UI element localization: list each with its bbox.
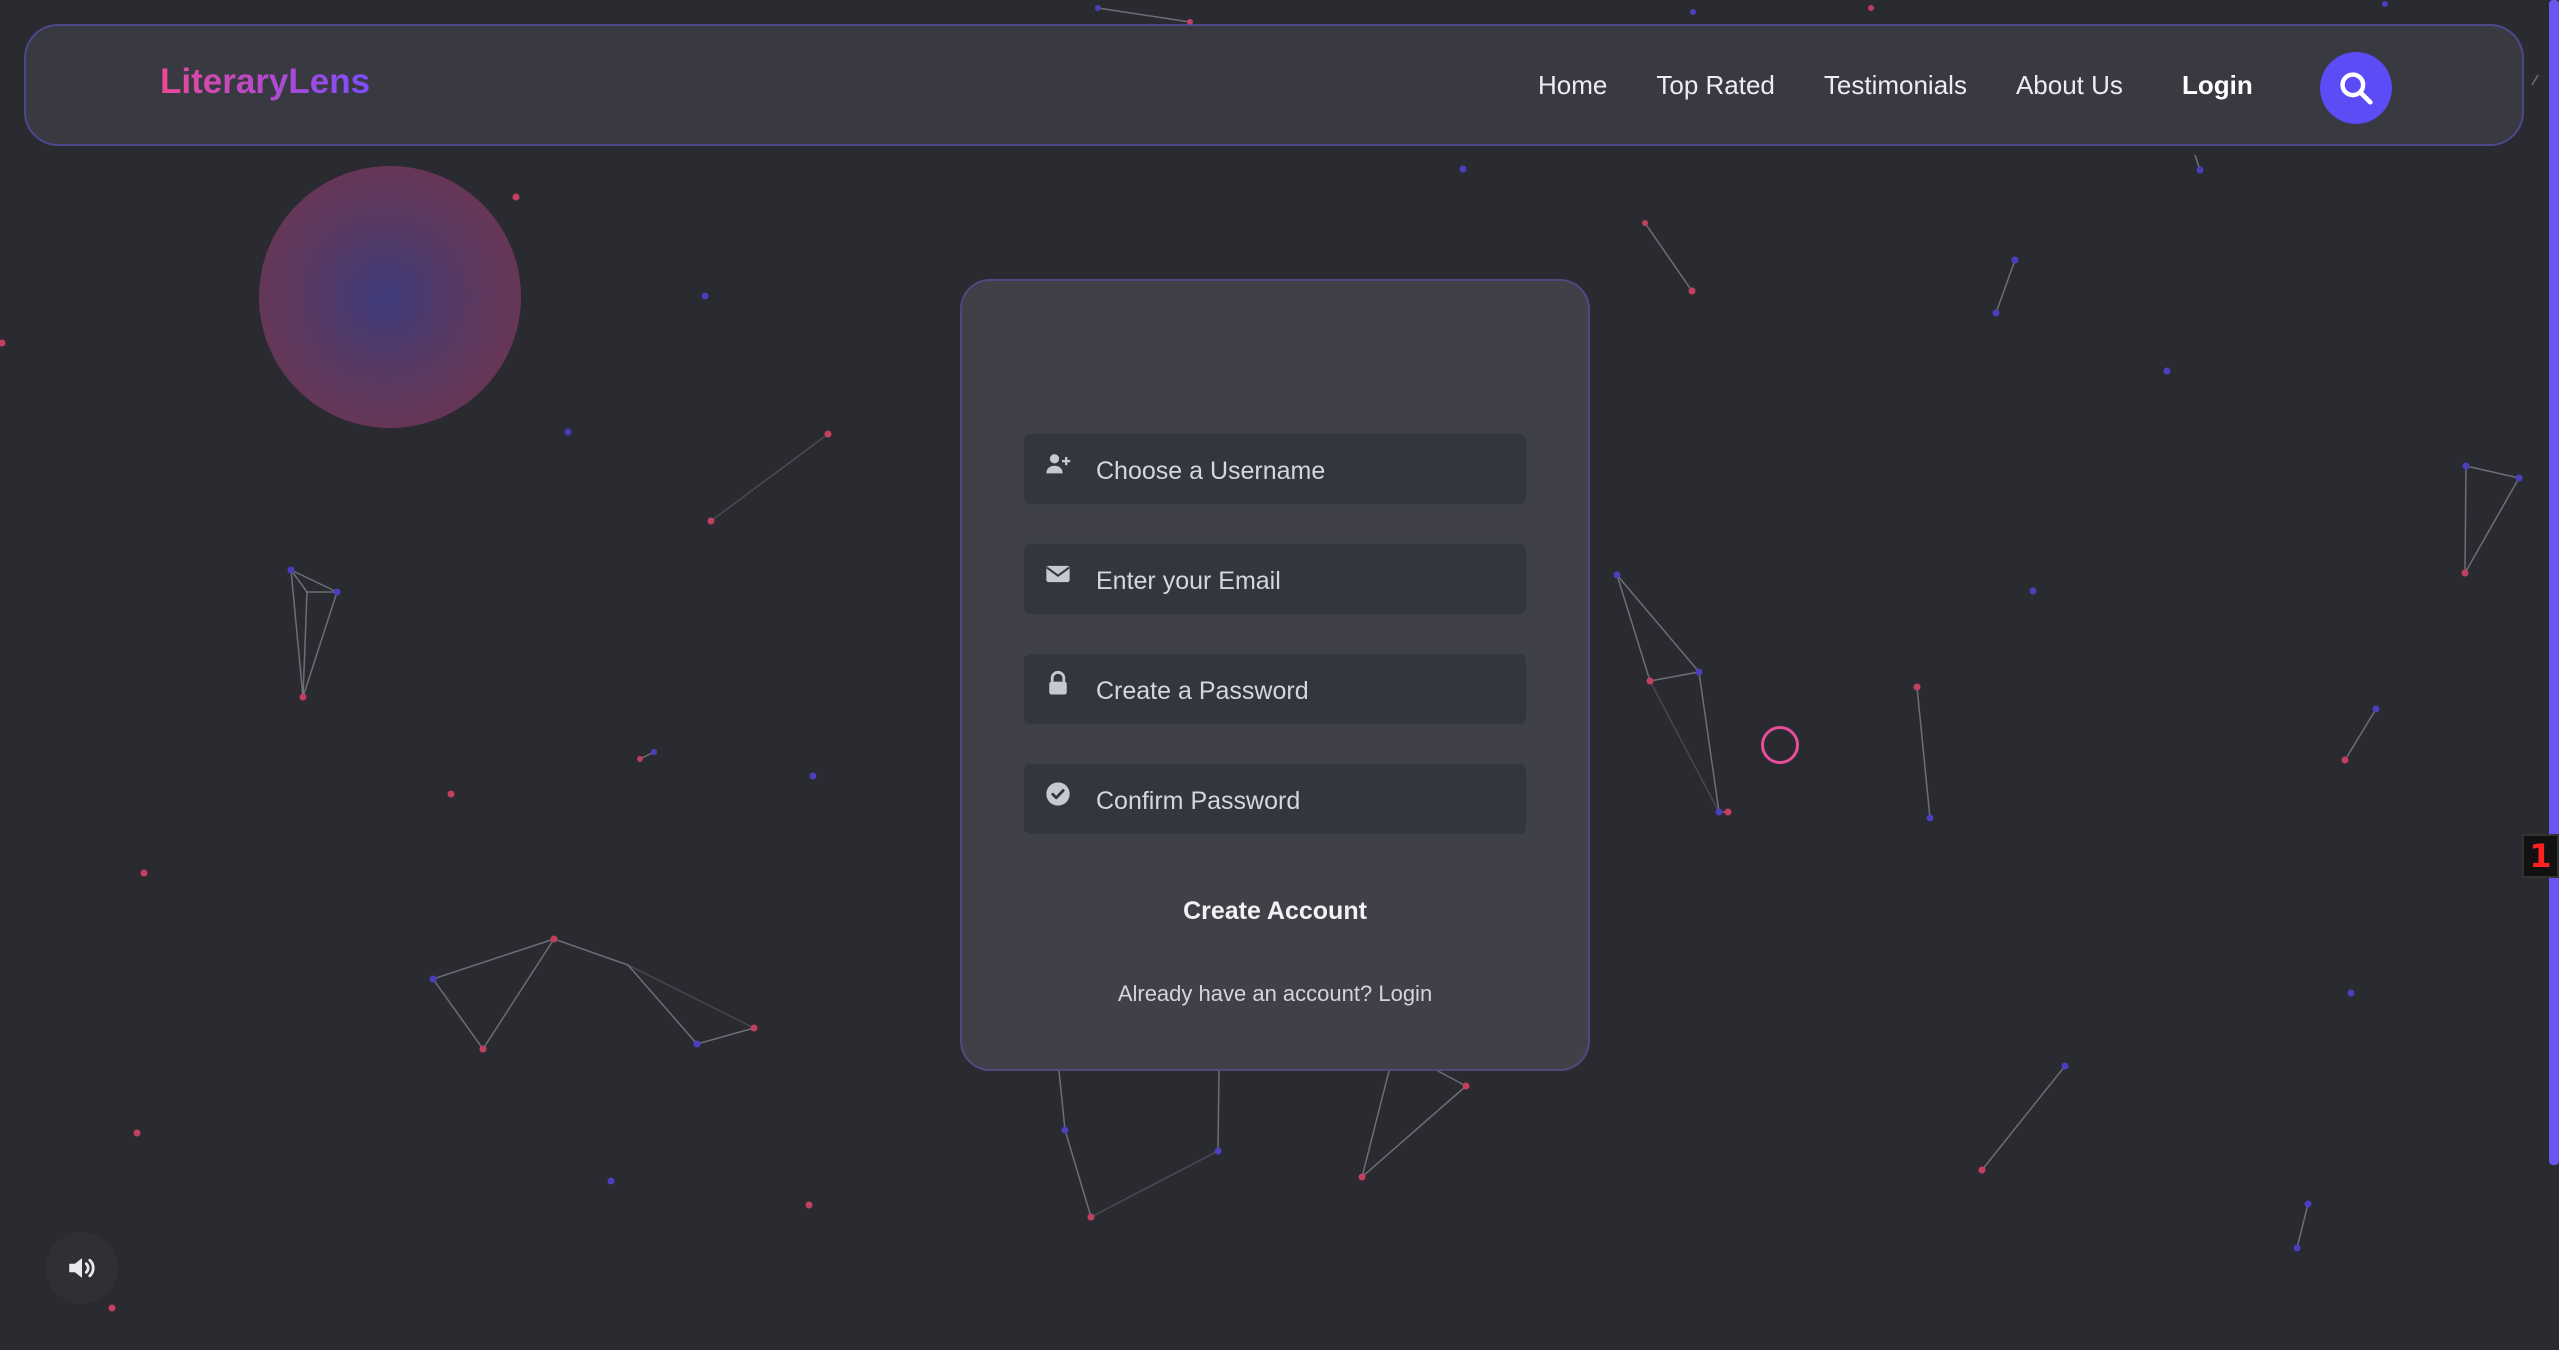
- nav-links: Home Top Rated Testimonials About Us: [1538, 70, 2123, 101]
- nav-link-home[interactable]: Home: [1538, 70, 1607, 101]
- nav-link-top-rated[interactable]: Top Rated: [1656, 70, 1775, 101]
- confirm-password-field-wrapper: [1023, 763, 1527, 838]
- nav-link-about-us[interactable]: About Us: [2016, 70, 2123, 101]
- login-prompt-text: Already have an account?: [1117, 981, 1373, 1006]
- login-link[interactable]: Login: [1378, 981, 1432, 1006]
- page: LiteraryLens Home Top Rated Testimonials…: [0, 0, 2559, 1350]
- search-icon: [2340, 72, 2373, 105]
- create-account-button[interactable]: Create Account: [1023, 881, 1527, 941]
- notification-badge[interactable]: 1: [2522, 834, 2559, 878]
- email-field-wrapper: [1023, 543, 1527, 618]
- scrollbar-thumb[interactable]: [2549, 0, 2559, 1165]
- decorative-planet: [259, 166, 521, 428]
- cursor-ring: [1761, 726, 1799, 764]
- login-prompt: Already have an account? Login: [962, 981, 1588, 1007]
- volume-icon: [69, 1258, 95, 1278]
- search-button[interactable]: [2320, 52, 2392, 124]
- top-navbar: LiteraryLens Home Top Rated Testimonials…: [24, 24, 2524, 146]
- nav-link-testimonials[interactable]: Testimonials: [1824, 70, 1967, 101]
- signup-card: Create Account Already have an account? …: [960, 279, 1590, 1071]
- password-field-wrapper: [1023, 653, 1527, 728]
- sound-toggle-button[interactable]: [46, 1232, 118, 1304]
- envelope-icon: [1046, 565, 1070, 583]
- nav-login-link[interactable]: Login: [2182, 70, 2253, 101]
- lock-icon: [1049, 670, 1067, 695]
- check-circle-icon: [1046, 782, 1070, 806]
- password-input[interactable]: [1094, 654, 1518, 728]
- confirm-password-input[interactable]: [1094, 764, 1518, 838]
- username-input[interactable]: [1094, 434, 1518, 508]
- username-field-wrapper: [1023, 433, 1527, 508]
- user-plus-icon: [1046, 454, 1071, 474]
- brand-logo[interactable]: LiteraryLens: [160, 62, 370, 102]
- email-input[interactable]: [1094, 544, 1518, 618]
